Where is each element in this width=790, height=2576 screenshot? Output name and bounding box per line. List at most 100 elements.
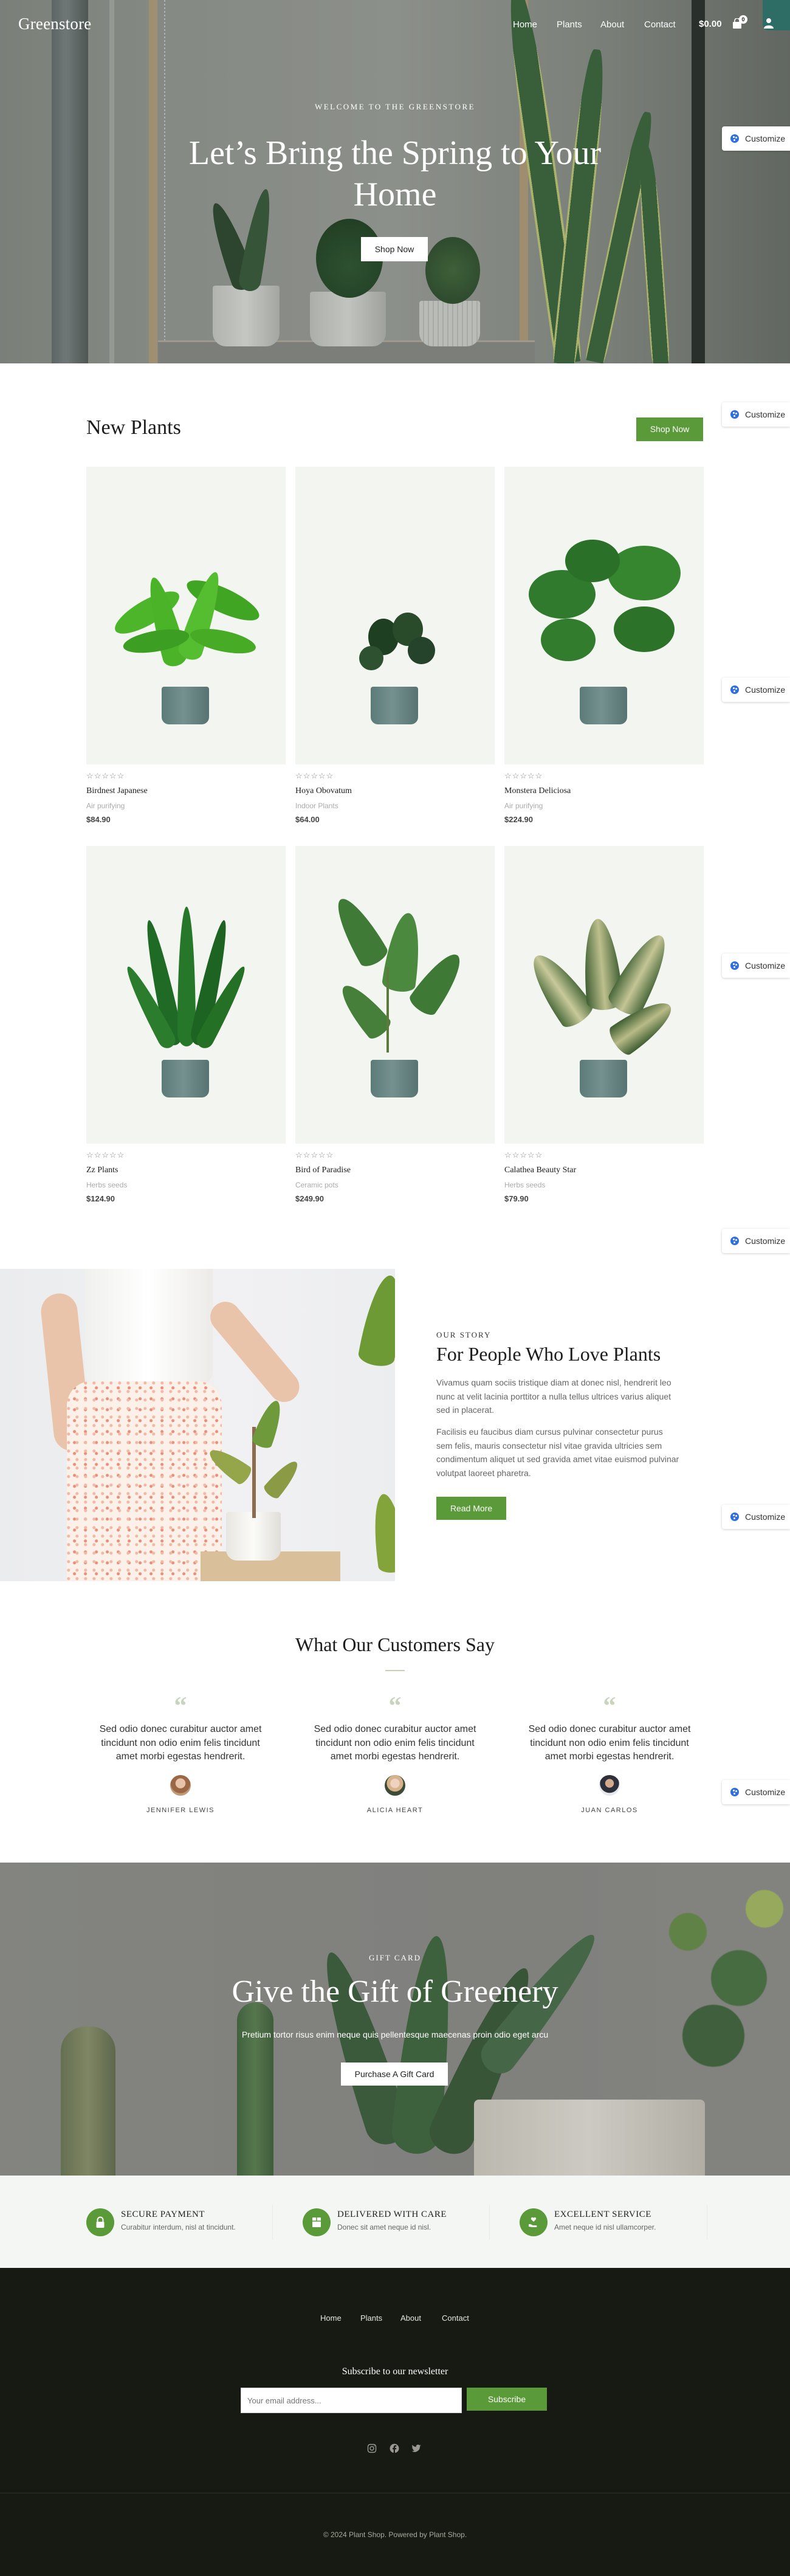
customize-button[interactable]: Customize xyxy=(722,953,790,978)
star-empty-icon: ☆ xyxy=(117,771,125,780)
product-name[interactable]: Hoya Obovatum xyxy=(295,786,495,796)
user-icon[interactable] xyxy=(764,18,774,29)
feature-desc: Donec sit amet neque id nisl. xyxy=(337,2223,431,2231)
footer-nav-about[interactable]: About xyxy=(400,2313,421,2323)
story-plant-leaf xyxy=(368,1492,395,1575)
lock-icon xyxy=(96,2216,105,2228)
product-image[interactable] xyxy=(504,467,704,764)
customize-button[interactable]: Customize xyxy=(722,678,790,702)
new-plants-shop-now-button[interactable]: Shop Now xyxy=(636,417,703,441)
product-card[interactable]: ☆ ☆ ☆ ☆ ☆ Zz Plants Herbs seeds $124.90 xyxy=(86,846,286,1203)
product-name[interactable]: Bird of Paradise xyxy=(295,1166,495,1175)
product-name[interactable]: Zz Plants xyxy=(86,1166,286,1175)
product-category[interactable]: Herbs seeds xyxy=(86,1181,286,1189)
product-card[interactable]: ☆ ☆ ☆ ☆ ☆ Bird of Paradise Ceramic pots $249.90 xyxy=(295,846,495,1203)
palette-icon xyxy=(730,134,739,143)
star-empty-icon: ☆ xyxy=(512,771,520,780)
story-image xyxy=(0,1269,395,1581)
product-price: $79.90 xyxy=(504,1194,529,1203)
star-empty-icon: ☆ xyxy=(535,1150,543,1159)
product-name[interactable]: Birdnest Japanese xyxy=(86,786,286,796)
palette-icon xyxy=(730,410,739,419)
star-empty-icon: ☆ xyxy=(311,771,318,780)
star-empty-icon: ☆ xyxy=(303,1150,311,1159)
testimonials-title: What Our Customers Say xyxy=(295,1633,495,1655)
customize-button[interactable]: Customize xyxy=(722,1505,790,1529)
nav-plants[interactable]: Plants xyxy=(557,19,582,30)
hero-title: Let’s Bring the Spring to Your Home xyxy=(188,134,602,213)
product-card[interactable]: ☆ ☆ ☆ ☆ ☆ Hoya Obovatum Indoor Plants $64.00 xyxy=(295,467,495,824)
product-rating: ☆ ☆ ☆ ☆ ☆ xyxy=(504,772,704,780)
product-card[interactable]: ☆ ☆ ☆ ☆ ☆ Monstera Deliciosa Air purifying $224… xyxy=(504,467,704,824)
star-empty-icon: ☆ xyxy=(527,1150,535,1159)
product-pot xyxy=(162,687,209,724)
nav-about[interactable]: About xyxy=(600,19,624,30)
quote-icon: “ xyxy=(174,1692,187,1720)
star-empty-icon: ☆ xyxy=(318,771,326,780)
star-empty-icon: ☆ xyxy=(504,771,512,780)
customize-label: Customize xyxy=(745,410,786,419)
read-more-button[interactable]: Read More xyxy=(436,1497,506,1520)
story-plant-leaf xyxy=(250,1397,287,1451)
product-category[interactable]: Herbs seeds xyxy=(504,1181,704,1189)
hero-shop-now-button[interactable]: Shop Now xyxy=(361,237,428,261)
product-category[interactable]: Air purifying xyxy=(504,802,704,810)
product-pot xyxy=(371,1060,418,1097)
star-empty-icon: ☆ xyxy=(326,771,334,780)
testimonial-author: JENNIFER LEWIS xyxy=(146,1806,215,1814)
product-category[interactable]: Indoor Plants xyxy=(295,802,495,810)
gift-eyebrow: GIFT CARD xyxy=(368,1953,422,1962)
customize-button[interactable]: Customize xyxy=(722,1780,790,1804)
twitter-icon[interactable] xyxy=(411,2444,421,2453)
feature-title: EXCELLENT SERVICE xyxy=(554,2210,651,2219)
product-price: $64.00 xyxy=(295,815,320,824)
nav-home[interactable]: Home xyxy=(513,19,537,30)
star-empty-icon: ☆ xyxy=(318,1150,326,1159)
footer-nav-contact[interactable]: Contact xyxy=(442,2313,469,2323)
product-price: $84.90 xyxy=(86,815,111,824)
product-rating: ☆ ☆ ☆ ☆ ☆ xyxy=(295,772,495,780)
palette-icon xyxy=(730,685,739,694)
product-category[interactable]: Air purifying xyxy=(86,802,286,810)
customize-button[interactable]: Customize xyxy=(722,1229,790,1253)
customize-label: Customize xyxy=(745,685,786,695)
product-image[interactable] xyxy=(295,846,495,1144)
purchase-gift-card-button[interactable]: Purchase A Gift Card xyxy=(341,2063,448,2086)
feature-icon-circle xyxy=(520,2208,548,2236)
site-logo[interactable]: Greenstore xyxy=(18,15,91,33)
star-empty-icon: ☆ xyxy=(94,771,101,780)
instagram-icon[interactable] xyxy=(367,2444,377,2453)
star-empty-icon: ☆ xyxy=(504,1150,512,1159)
customize-button[interactable]: Customize xyxy=(722,402,790,427)
subscribe-button[interactable]: Subscribe xyxy=(467,2388,547,2411)
newsletter-email-input[interactable] xyxy=(241,2388,462,2413)
nav-contact[interactable]: Contact xyxy=(644,19,676,30)
cart-count-badge: 0 xyxy=(739,15,747,24)
product-name[interactable]: Monstera Deliciosa xyxy=(504,786,704,796)
testimonial-text: Sed odio donec curabitur auctor amet tin… xyxy=(99,1724,262,1762)
customize-label: Customize xyxy=(745,1787,786,1797)
footer-nav-plants[interactable]: Plants xyxy=(360,2313,382,2323)
product-image[interactable] xyxy=(504,846,704,1144)
product-category[interactable]: Ceramic pots xyxy=(295,1181,495,1189)
testimonials-divider xyxy=(385,1670,405,1671)
story-person-skirt xyxy=(67,1381,222,1581)
star-empty-icon: ☆ xyxy=(101,771,109,780)
feature-divider xyxy=(272,2205,273,2240)
product-image[interactable] xyxy=(86,846,286,1144)
product-name[interactable]: Calathea Beauty Star xyxy=(504,1166,704,1175)
gift-card-section xyxy=(0,1863,790,2176)
facebook-icon[interactable] xyxy=(390,2444,399,2453)
product-card[interactable]: ☆ ☆ ☆ ☆ ☆ Birdnest Japanese Air purifying $84.9… xyxy=(86,467,286,824)
product-image[interactable] xyxy=(86,467,286,764)
footer-nav-home[interactable]: Home xyxy=(320,2313,342,2323)
product-image[interactable] xyxy=(295,467,495,764)
customize-button[interactable]: Customize xyxy=(722,126,790,151)
copyright: © 2024 Plant Shop. Powered by Plant Shop… xyxy=(323,2530,467,2539)
cart-total[interactable]: $0.00 xyxy=(699,19,722,29)
feature-desc: Curabitur interdum, nisl at tincidunt. xyxy=(121,2223,236,2231)
product-card[interactable]: ☆ ☆ ☆ ☆ ☆ Calathea Beauty Star Herbs seeds $79.… xyxy=(504,846,704,1203)
star-empty-icon: ☆ xyxy=(101,1150,109,1159)
hand-heart-icon xyxy=(529,2217,537,2227)
product-pot xyxy=(162,1060,209,1097)
